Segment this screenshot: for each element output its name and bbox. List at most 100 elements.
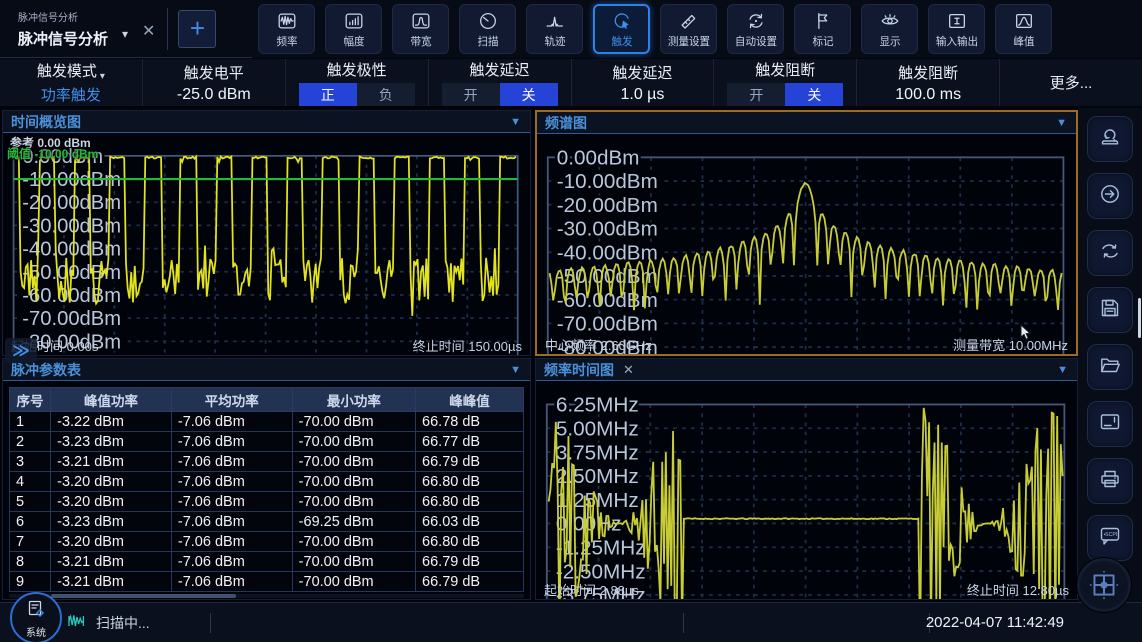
table-row[interactable]: 7-3.20 dBm-7.06 dBm-70.00 dBm66.80 dB xyxy=(10,532,524,552)
screenshot-button[interactable] xyxy=(1087,401,1133,447)
run-button[interactable] xyxy=(1087,173,1133,219)
add-tab-button[interactable]: + xyxy=(178,10,216,48)
toolbar-button-label: 触发 xyxy=(611,33,632,48)
pulse-table-titlebar[interactable]: 脉冲参数表 ▼ xyxy=(3,359,530,381)
run-icon xyxy=(1098,182,1122,211)
scrollbar-thumb[interactable] xyxy=(51,594,236,598)
system-icon xyxy=(25,598,47,625)
toolbar-button-measure-setup[interactable]: 测量设置 xyxy=(660,4,717,54)
table-row[interactable]: 1-3.22 dBm-7.06 dBm-70.00 dBm66.78 dB xyxy=(10,412,524,432)
sidebar-scroll-thumb[interactable] xyxy=(1138,298,1141,338)
panel-grid: 时间概览图 ▼ 0.00dBm-10.00dBm-20.00dBm-30.00d… xyxy=(0,108,1078,602)
save-icon xyxy=(1098,296,1122,325)
toolbar-button-sweep[interactable]: 扫描 xyxy=(459,4,516,54)
table-row[interactable]: 8-3.21 dBm-7.06 dBm-70.00 dBm66.79 dB xyxy=(10,552,524,572)
panel-close-icon[interactable]: ✕ xyxy=(623,362,634,378)
toolbar-button-label: 带宽 xyxy=(410,33,431,48)
collapse-caret-icon[interactable]: ▼ xyxy=(510,364,521,376)
submenu-item-6[interactable]: 触发阻断100.0 ms xyxy=(857,59,1000,106)
column-header[interactable]: 峰值功率 xyxy=(51,388,172,412)
table-row[interactable]: 9-3.21 dBm-7.06 dBm-70.00 dBm66.79 dB xyxy=(10,572,524,592)
toggle-option-正[interactable]: 正 xyxy=(299,83,357,106)
toolbar-button-label: 显示 xyxy=(879,33,900,48)
more-button[interactable]: 更多... xyxy=(1050,72,1093,93)
marker-icon xyxy=(812,10,834,32)
toggle-group: 正负 xyxy=(299,83,415,106)
table-row[interactable]: 4-3.20 dBm-7.06 dBm-70.00 dBm66.80 dB xyxy=(10,472,524,492)
submenu-value: 100.0 ms xyxy=(895,86,961,104)
svg-text:-40.00dBm: -40.00dBm xyxy=(557,241,658,264)
mode-tab[interactable]: 脉冲信号分析 脉冲信号分析 xyxy=(18,9,108,49)
column-header[interactable]: 峰峰值 xyxy=(416,388,524,412)
column-header[interactable]: 序号 xyxy=(10,388,51,412)
table-cell: -7.06 dBm xyxy=(171,512,292,532)
toolbar-button-trace[interactable]: 轨迹 xyxy=(526,4,583,54)
tab-dropdown-caret-icon[interactable]: ▾ xyxy=(122,27,128,41)
preset-button[interactable] xyxy=(1087,116,1133,162)
toolbar-button-marker[interactable]: 标记 xyxy=(794,4,851,54)
toolbar-button-peak[interactable]: 峰值 xyxy=(995,4,1052,54)
save-button[interactable] xyxy=(1087,287,1133,333)
table-cell: -7.06 dBm xyxy=(171,452,292,472)
svg-text:-70.00dBm: -70.00dBm xyxy=(557,313,658,336)
panel-expander-handle[interactable]: ≫ xyxy=(5,338,37,363)
nav-cluster-button[interactable] xyxy=(1077,558,1131,612)
open-folder-button[interactable] xyxy=(1087,344,1133,390)
table-row[interactable]: 6-3.23 dBm-7.06 dBm-69.25 dBm66.03 dB xyxy=(10,512,524,532)
sync-icon xyxy=(1098,239,1122,268)
collapse-caret-icon[interactable]: ▼ xyxy=(510,116,521,128)
mode-tab-caption: 脉冲信号分析 xyxy=(18,9,108,24)
toggle-option-负[interactable]: 负 xyxy=(357,83,415,106)
table-row[interactable]: 3-3.21 dBm-7.06 dBm-70.00 dBm66.79 dB xyxy=(10,452,524,472)
open-folder-icon xyxy=(1098,353,1122,382)
submenu-item-7[interactable]: 更多... xyxy=(1000,59,1142,106)
time-overview-titlebar[interactable]: 时间概览图 ▼ xyxy=(3,111,530,133)
submenu-item-1[interactable]: 触发电平-25.0 dBm xyxy=(143,59,286,106)
scpi-button[interactable]: SCPI xyxy=(1087,515,1133,561)
print-button[interactable] xyxy=(1087,458,1133,504)
sync-button[interactable] xyxy=(1087,230,1133,276)
spectrum-body: 0.00dBm-10.00dBm-20.00dBm-30.00dBm-40.00… xyxy=(537,134,1076,354)
scanning-wave-icon xyxy=(68,613,88,632)
table-horizontal-scrollbar[interactable] xyxy=(9,594,524,598)
tab-divider xyxy=(167,8,168,50)
spectrum-titlebar[interactable]: 频谱图 ▼ xyxy=(537,112,1076,134)
table-cell: 9 xyxy=(10,572,51,592)
toolbar-button-bandwidth[interactable]: 带宽 xyxy=(392,4,449,54)
freq-time-titlebar[interactable]: 频率时间图 ✕ ▼ xyxy=(536,359,1077,381)
table-cell: -7.06 dBm xyxy=(171,412,292,432)
screenshot-icon xyxy=(1098,410,1122,439)
toolbar-button-amplitude[interactable]: 幅度 xyxy=(325,4,382,54)
table-row[interactable]: 5-3.20 dBm-7.06 dBm-70.00 dBm66.80 dB xyxy=(10,492,524,512)
toolbar-button-display[interactable]: 显示 xyxy=(861,4,918,54)
toolbar-button-frequency[interactable]: 频率 xyxy=(258,4,315,54)
toolbar-button-trigger[interactable]: 触发 xyxy=(593,4,650,54)
toggle-option-关[interactable]: 关 xyxy=(500,83,558,106)
toolbar-button-io[interactable]: 输入输出 xyxy=(928,4,985,54)
time-overview-chart: 0.00dBm-10.00dBm-20.00dBm-30.00dBm-40.00… xyxy=(3,133,530,355)
freq-time-panel: 频率时间图 ✕ ▼ 6.25MHz5.00MHz3.75MHz2.50MHz1.… xyxy=(535,358,1078,600)
submenu-item-5: 触发阻断开关 xyxy=(714,59,857,106)
submenu-label: 触发极性 xyxy=(327,59,387,80)
collapse-caret-icon[interactable]: ▼ xyxy=(1057,364,1068,376)
submenu-label: 触发延迟 xyxy=(470,59,530,80)
time-overview-body: 0.00dBm-10.00dBm-20.00dBm-30.00dBm-40.00… xyxy=(3,133,530,355)
table-row[interactable]: 2-3.23 dBm-7.06 dBm-70.00 dBm66.77 dB xyxy=(10,432,524,452)
collapse-caret-icon[interactable]: ▼ xyxy=(1056,117,1067,129)
column-header[interactable]: 平均功率 xyxy=(171,388,292,412)
toggle-option-关[interactable]: 关 xyxy=(785,83,843,106)
submenu-item-4[interactable]: 触发延迟1.0 µs xyxy=(572,59,715,106)
toggle-option-开[interactable]: 开 xyxy=(442,83,500,106)
pulse-table-body: 序号峰值功率平均功率最小功率峰峰值1-3.22 dBm-7.06 dBm-70.… xyxy=(3,381,530,599)
column-header[interactable]: 最小功率 xyxy=(292,388,415,412)
system-button[interactable]: 系统 xyxy=(10,592,62,642)
toggle-option-开[interactable]: 开 xyxy=(727,83,785,106)
measure-setup-icon xyxy=(678,10,700,32)
submenu-item-0[interactable]: 触发模式▾功率触发 xyxy=(0,59,143,106)
tab-close-icon[interactable]: ✕ xyxy=(142,21,155,41)
time-overview-panel: 时间概览图 ▼ 0.00dBm-10.00dBm-20.00dBm-30.00d… xyxy=(2,110,531,356)
statusbar: 扫描中... 2022-04-07 11:42:49 xyxy=(0,602,1142,642)
toolbar-button-auto-setup[interactable]: 自动设置 xyxy=(727,4,784,54)
table-cell: 66.80 dB xyxy=(416,472,524,492)
table-cell: -3.22 dBm xyxy=(51,412,172,432)
